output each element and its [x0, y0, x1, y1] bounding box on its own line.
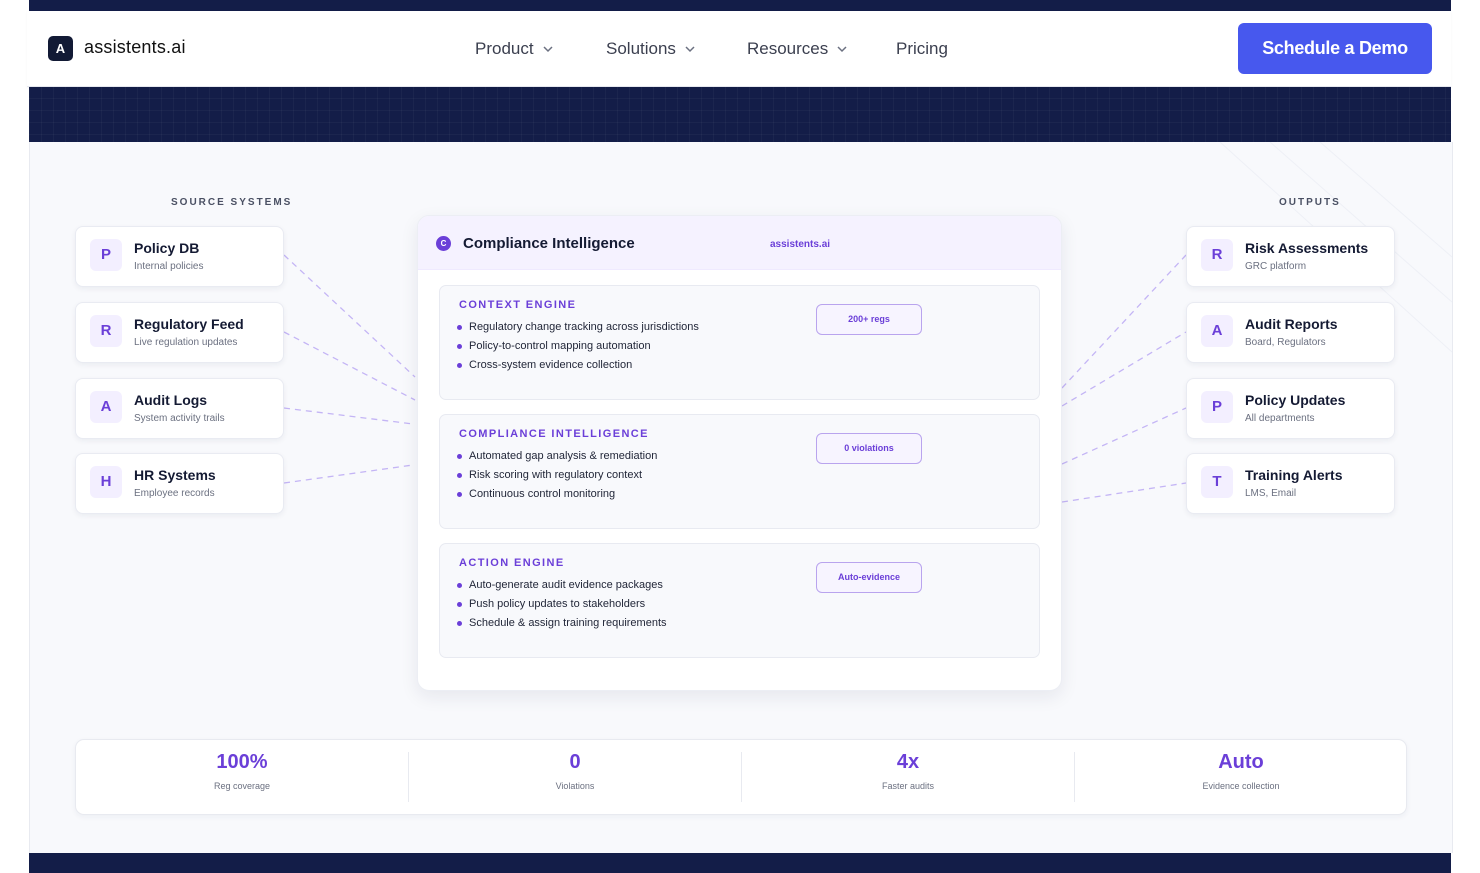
- card-title: Compliance Intelligence: [463, 235, 635, 252]
- source-node-regulatory-feed[interactable]: R Regulatory Feed Live regulation update…: [75, 302, 284, 363]
- schedule-demo-button[interactable]: Schedule a Demo: [1238, 23, 1432, 74]
- architecture-diagram: SOURCE SYSTEMS OUTPUTS P Policy DB Inter…: [29, 142, 1453, 853]
- top-navbar: A assistents.ai Product Solutions Resour…: [27, 11, 1451, 87]
- nav-solutions[interactable]: Solutions: [606, 39, 696, 59]
- engine-bullet: Push policy updates to stakeholders: [457, 595, 667, 614]
- engine-metric-pill: Auto-evidence: [816, 562, 922, 593]
- context-engine-block: CONTEXT ENGINE Regulatory change trackin…: [439, 285, 1040, 400]
- node-subtitle: LMS, Email: [1245, 488, 1297, 499]
- stat-faster-audits: 4x Faster audits: [742, 740, 1074, 814]
- engine-bullet: Cross-system evidence collection: [457, 356, 699, 375]
- stat-evidence-collection: Auto Evidence collection: [1075, 740, 1407, 814]
- stat-value: 100%: [216, 751, 268, 773]
- node-title: Audit Reports: [1245, 316, 1338, 332]
- connector-line: [1061, 331, 1187, 407]
- stat-value: Auto: [1218, 751, 1264, 773]
- nav-product-label: Product: [475, 39, 534, 58]
- compliance-intelligence-block: COMPLIANCE INTELLIGENCE Automated gap an…: [439, 414, 1040, 529]
- stat-value: 0: [569, 751, 581, 773]
- stat-label: Violations: [555, 781, 595, 791]
- output-node-policy-updates[interactable]: P Policy Updates All departments: [1186, 378, 1395, 439]
- source-systems-title: SOURCE SYSTEMS: [171, 197, 293, 208]
- node-subtitle: Live regulation updates: [134, 337, 238, 348]
- engine-bullets: Auto-generate audit evidence packages Pu…: [457, 576, 667, 633]
- node-subtitle: All departments: [1245, 413, 1315, 424]
- stat-label: Faster audits: [881, 781, 935, 791]
- logo-icon[interactable]: A: [48, 36, 73, 61]
- source-node-hr-systems[interactable]: H HR Systems Employee records: [75, 453, 284, 514]
- engine-bullet: Continuous control monitoring: [457, 485, 657, 504]
- connector-line: [283, 407, 414, 425]
- brand-name[interactable]: assistents.ai: [84, 37, 186, 58]
- chevron-down-icon: [685, 46, 695, 53]
- engine-bullet: Regulatory change tracking across jurisd…: [457, 318, 699, 337]
- engine-bullet: Schedule & assign training requirements: [457, 614, 667, 633]
- engine-title: ACTION ENGINE: [459, 557, 565, 569]
- node-subtitle: System activity trails: [134, 413, 225, 424]
- nav-resources-label: Resources: [747, 39, 829, 58]
- connector-line: [1061, 482, 1187, 503]
- node-badge: P: [1201, 391, 1233, 423]
- card-brand: assistents.ai: [770, 239, 831, 250]
- stats-bar: 100% Reg coverage 0 Violations 4x Faster…: [75, 739, 1407, 815]
- stat-violations: 0 Violations: [409, 740, 741, 814]
- engine-title: CONTEXT ENGINE: [459, 299, 577, 311]
- stat-value: 4x: [896, 751, 920, 773]
- nav-pricing-label: Pricing: [896, 39, 948, 58]
- nav-resources[interactable]: Resources: [747, 39, 848, 59]
- engine-metric-pill: 0 violations: [816, 433, 922, 464]
- engine-bullet: Automated gap analysis & remediation: [457, 447, 657, 466]
- source-node-policy-db[interactable]: P Policy DB Internal policies: [75, 226, 284, 287]
- nav-pricing[interactable]: Pricing: [896, 39, 948, 59]
- node-badge: R: [1201, 239, 1233, 271]
- node-subtitle: Board, Regulators: [1245, 337, 1326, 348]
- chevron-down-icon: [543, 46, 553, 53]
- node-title: Audit Logs: [134, 392, 208, 408]
- node-badge: H: [90, 466, 122, 498]
- node-title: HR Systems: [134, 467, 216, 483]
- card-header: C Compliance Intelligence assistents.ai: [418, 216, 1061, 270]
- node-title: Risk Assessments: [1245, 240, 1369, 256]
- engine-bullet: Risk scoring with regulatory context: [457, 466, 657, 485]
- outputs-title: OUTPUTS: [1279, 197, 1341, 208]
- chevron-down-icon: [837, 46, 847, 53]
- engine-bullets: Automated gap analysis & remediation Ris…: [457, 447, 657, 504]
- footer-band: [29, 853, 1451, 873]
- node-subtitle: Employee records: [134, 488, 215, 499]
- node-subtitle: Internal policies: [134, 261, 204, 272]
- connector-line: [283, 464, 414, 484]
- compliance-icon: C: [436, 236, 451, 251]
- action-engine-block: ACTION ENGINE Auto-generate audit eviden…: [439, 543, 1040, 658]
- connector-line: [1061, 254, 1187, 389]
- connector-line: [1061, 407, 1187, 465]
- output-node-audit-reports[interactable]: A Audit Reports Board, Regulators: [1186, 302, 1395, 363]
- nav-product[interactable]: Product: [475, 39, 554, 59]
- stat-reg-coverage: 100% Reg coverage: [76, 740, 408, 814]
- stat-label: Evidence collection: [1202, 781, 1280, 791]
- node-subtitle: GRC platform: [1245, 261, 1307, 272]
- node-badge: R: [90, 315, 122, 347]
- node-title: Regulatory Feed: [134, 316, 244, 332]
- node-title: Policy Updates: [1245, 392, 1346, 408]
- engine-bullets: Regulatory change tracking across jurisd…: [457, 318, 699, 375]
- engine-bullet: Policy-to-control mapping automation: [457, 337, 699, 356]
- connector-line: [283, 331, 416, 401]
- engine-title: COMPLIANCE INTELLIGENCE: [459, 428, 649, 440]
- node-title: Policy DB: [134, 240, 200, 256]
- output-node-training-alerts[interactable]: T Training Alerts LMS, Email: [1186, 453, 1395, 514]
- node-badge: A: [90, 391, 122, 423]
- engine-bullet: Auto-generate audit evidence packages: [457, 576, 667, 595]
- compliance-intelligence-card: C Compliance Intelligence assistents.ai …: [417, 215, 1062, 691]
- source-node-audit-logs[interactable]: A Audit Logs System activity trails: [75, 378, 284, 439]
- connector-line: [283, 254, 416, 378]
- output-node-risk-assessments[interactable]: R Risk Assessments GRC platform: [1186, 226, 1395, 287]
- node-badge: T: [1201, 466, 1233, 498]
- nav-solutions-label: Solutions: [606, 39, 676, 58]
- hero-grid-pattern: [29, 86, 1451, 142]
- node-title: Training Alerts: [1245, 467, 1343, 483]
- node-badge: P: [90, 239, 122, 271]
- stat-label: Reg coverage: [213, 781, 271, 791]
- engine-metric-pill: 200+ regs: [816, 304, 922, 335]
- node-badge: A: [1201, 315, 1233, 347]
